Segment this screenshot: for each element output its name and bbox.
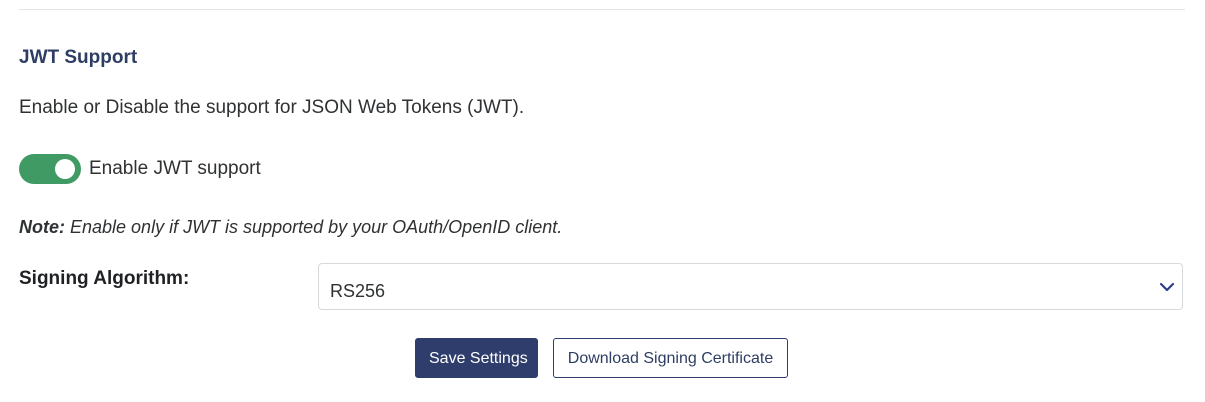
section-description: Enable or Disable the support for JSON W… — [19, 97, 525, 118]
action-buttons: Save Settings Download Signing Certifica… — [415, 338, 788, 378]
note-text: Enable only if JWT is supported by your … — [65, 217, 563, 237]
enable-jwt-toggle[interactable] — [19, 154, 81, 184]
top-divider — [19, 9, 1185, 10]
save-settings-button[interactable]: Save Settings — [415, 338, 538, 378]
enable-jwt-label[interactable]: Enable JWT support — [89, 157, 261, 181]
jwt-toggle-row: Enable JWT support — [19, 154, 261, 184]
signing-algorithm-label: Signing Algorithm: — [19, 268, 190, 289]
toggle-knob — [55, 159, 75, 179]
signing-algorithm-value: RS256 — [330, 281, 386, 301]
download-certificate-button[interactable]: Download Signing Certificate — [553, 338, 788, 378]
chevron-down-icon — [1159, 282, 1175, 292]
note-label: Note: — [19, 217, 65, 237]
note: Note: Enable only if JWT is supported by… — [19, 215, 562, 239]
section-title: JWT Support — [19, 47, 138, 68]
signing-algorithm-select[interactable]: RS256 — [318, 263, 1183, 310]
